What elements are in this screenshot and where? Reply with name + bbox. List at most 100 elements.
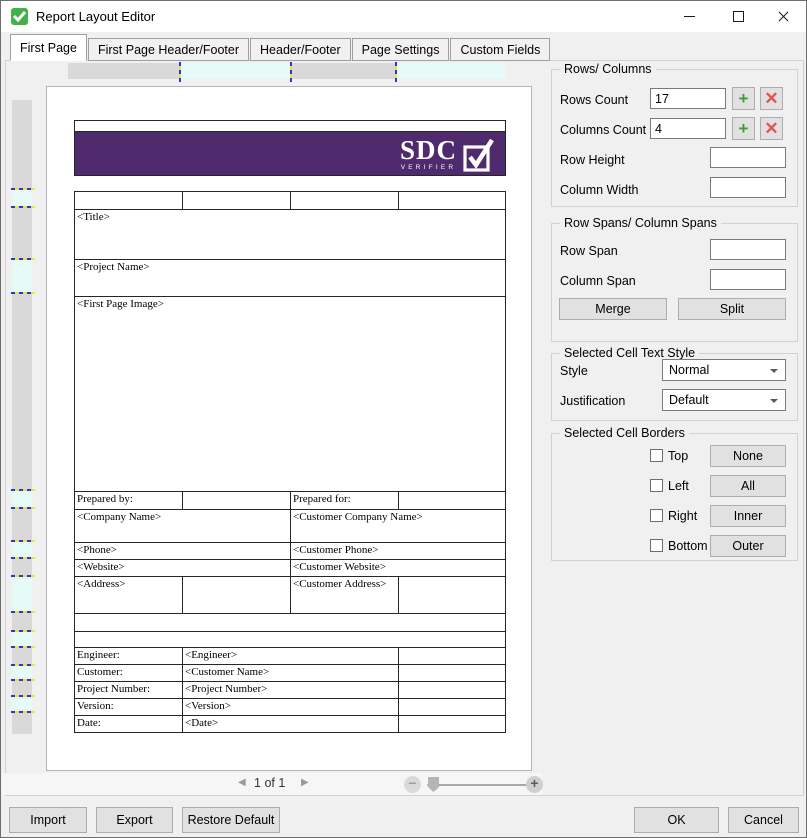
tab-header-footer[interactable]: Header/Footer [250,38,351,61]
add-column-button[interactable]: + [732,117,755,140]
row-guide-segment[interactable] [12,541,32,558]
tab-first-page[interactable]: First Page [10,34,87,61]
column-guide-segment[interactable] [68,63,180,79]
row-guide-segment[interactable] [12,647,32,665]
import-button[interactable]: Import [9,807,87,833]
row-guide-segment[interactable] [12,612,32,631]
split-button[interactable]: Split [678,298,786,320]
table-cell[interactable]: <Customer Company Name> [290,509,506,543]
zoom-slider-track[interactable] [427,784,530,786]
table-cell[interactable]: <Date> [182,715,399,733]
table-cell[interactable]: <Company Name> [74,509,291,543]
ok-button[interactable]: OK [634,807,719,833]
table-cell[interactable]: <Project Number> [182,681,399,699]
tab-first-page-header-footer[interactable]: First Page Header/Footer [88,38,249,61]
table-cell[interactable]: Prepared for: [290,491,399,510]
table-cell[interactable]: Prepared by: [74,491,183,510]
export-button[interactable]: Export [96,807,173,833]
table-cell[interactable]: Project Number: [74,681,183,699]
remove-row-button[interactable]: ✕ [760,87,783,110]
table-cell[interactable] [182,191,291,210]
column-width-input[interactable] [710,177,786,198]
table-cell[interactable] [398,715,506,733]
table-cell[interactable]: Customer: [74,664,183,682]
row-guide-segment[interactable] [12,508,32,541]
table-cell[interactable]: Engineer: [74,647,183,665]
table-cell[interactable] [398,681,506,699]
table-cell[interactable] [398,698,506,716]
table-cell[interactable]: <Customer Name> [182,664,399,682]
minimize-button[interactable] [667,1,712,32]
row-guide-segment[interactable] [12,207,32,259]
row-guide-segment[interactable] [12,631,32,647]
remove-column-button[interactable]: ✕ [760,117,783,140]
borders-inner-button[interactable]: Inner [710,505,786,527]
row-guide-segment[interactable] [12,189,32,207]
column-span-input[interactable] [710,269,786,290]
style-dropdown[interactable]: Normal [662,359,786,381]
borders-all-button[interactable]: All [710,475,786,497]
border-top-checkbox[interactable] [650,449,663,462]
columns-count-input[interactable] [650,118,726,139]
close-button[interactable] [761,1,806,32]
table-cell[interactable] [398,191,506,210]
restore-default-button[interactable]: Restore Default [182,807,280,833]
table-cell[interactable]: <Address> [74,576,183,614]
borders-none-button[interactable]: None [710,445,786,467]
border-right-checkbox[interactable] [650,509,663,522]
rows-count-input[interactable] [650,88,726,109]
row-guide-segment[interactable] [12,665,32,680]
table-cell[interactable]: <Engineer> [182,647,399,665]
table-cell[interactable]: <Project Name> [74,259,506,297]
merge-button[interactable]: Merge [559,298,667,320]
table-cell[interactable]: <Title> [74,209,506,260]
maximize-button[interactable] [716,1,761,32]
row-guide-segment[interactable] [12,100,32,189]
row-guide-segment[interactable] [12,259,32,293]
table-cell[interactable] [398,491,506,510]
row-guide-segment[interactable] [12,293,32,490]
column-guide-segment[interactable] [180,63,291,79]
table-cell[interactable]: <Phone> [74,542,291,560]
add-row-button[interactable]: + [732,87,755,110]
table-cell[interactable] [398,647,506,665]
borders-outer-button[interactable]: Outer [710,535,786,557]
zoom-out-icon[interactable]: − [404,776,421,793]
table-cell[interactable]: <First Page Image> [74,296,506,492]
table-cell[interactable] [182,491,291,510]
row-guide-segment[interactable] [12,490,32,508]
row-guide-segment[interactable] [12,680,32,696]
table-cell[interactable] [74,191,183,210]
next-page-icon[interactable]: ▶ [301,777,309,788]
preview-page[interactable]: SDCVERIFIER <Title><Project Name><First P… [46,86,532,771]
border-left-checkbox[interactable] [650,479,663,492]
row-guide-segment[interactable] [12,696,32,712]
table-cell[interactable]: SDCVERIFIER [74,131,506,176]
tab-page-settings[interactable]: Page Settings [352,38,450,61]
row-span-input[interactable] [710,239,786,260]
table-cell[interactable] [398,664,506,682]
table-cell[interactable]: <Customer Website> [290,559,506,577]
table-cell[interactable] [74,631,506,648]
row-height-input[interactable] [710,147,786,168]
table-cell[interactable] [182,576,291,614]
table-cell[interactable] [290,191,399,210]
justification-dropdown[interactable]: Default [662,389,786,411]
row-guide-segment[interactable] [12,558,32,576]
table-cell[interactable]: Date: [74,715,183,733]
row-guide-segment[interactable] [12,712,32,734]
table-cell[interactable]: <Customer Phone> [290,542,506,560]
cancel-button[interactable]: Cancel [728,807,799,833]
row-guide-segment[interactable] [12,576,32,612]
table-cell[interactable]: <Customer Address> [290,576,399,614]
tab-custom-fields[interactable]: Custom Fields [450,38,550,61]
column-guide-segment[interactable] [291,63,396,79]
zoom-in-icon[interactable]: + [526,776,543,793]
border-bottom-checkbox[interactable] [650,539,663,552]
previous-page-icon[interactable]: ◀ [238,777,246,788]
zoom-slider-handle[interactable] [428,777,439,792]
table-cell[interactable] [74,613,506,632]
table-cell[interactable]: Version: [74,698,183,716]
table-cell[interactable] [398,576,506,614]
table-cell[interactable]: <Website> [74,559,291,577]
